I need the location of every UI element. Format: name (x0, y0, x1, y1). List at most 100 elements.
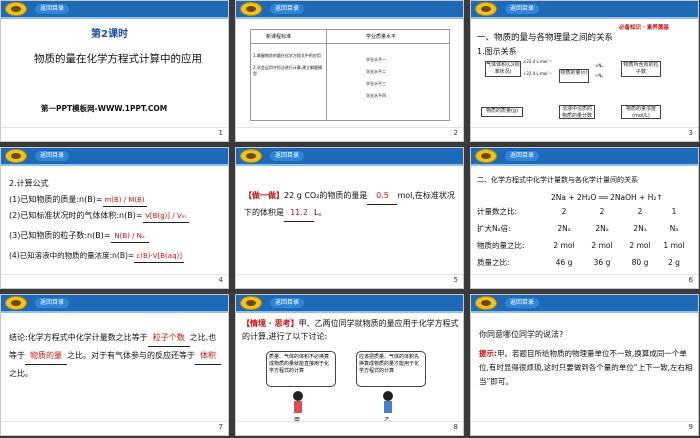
conclusion-text: 结论:化学方程式中化学计量数之比等于 粒子个数 之比,也等于 物质的量 之比。对于有气体… (9, 329, 223, 382)
slide-grid: 返回目录 第2课时 物质的量在化学方程式计算中的应用 第一PPT模板网-WWW.… (0, 0, 700, 438)
divider (250, 43, 450, 44)
conclusion-text-1: 结论:化学方程式中化学计量数之比等于 (9, 333, 148, 342)
site-label: 第一PPT模板网-WWW.1PPT.COM (41, 104, 168, 113)
page-number: 4 (218, 276, 223, 284)
row-value: 2Nₐ (557, 224, 571, 233)
conclusion-answer-3: 体积 (195, 347, 221, 365)
formula-2-answer: V[B(g)] / Vₘ (142, 210, 189, 223)
slide-thumb-9[interactable]: 返回目录 你同意哪位同学的说法? 提示:甲。若题目所给物质的物理量单位不一致,换… (470, 294, 699, 436)
conclusion-text-3: 之比。对于有气体参与的反应还等于 (67, 351, 195, 360)
row-label: 物质的量之比: (477, 241, 525, 250)
level-3: 学业水平三 (366, 81, 386, 86)
back-to-toc-button[interactable]: 返回目录 (505, 4, 540, 14)
tip-body: 甲。若题目所给物质的物理量单位不一致,换算成同一个单位,有时显得很烦琐,这时只要… (479, 349, 693, 386)
particles-box: 物质所含有的粒子数 (621, 61, 661, 77)
page-number: 7 (218, 423, 223, 431)
gas-volume-box: 气体体积(L)(标准状况) (485, 61, 521, 77)
solute-fraction-box: 溶液中溶质的物质的量分数 (559, 105, 595, 119)
row-value: 1 (671, 207, 677, 216)
slide-header: 返回目录 (236, 1, 463, 19)
section-heading: 一、物质的量与各物理量之间的关系 (477, 33, 614, 43)
slide-thumb-6[interactable]: 返回目录 二、化学方程式中化学计量数与各化学计量间的关系 2Na + 2H₂O … (470, 147, 699, 289)
page-number: 8 (453, 423, 458, 431)
row-value: 36 g (593, 258, 611, 267)
back-to-toc-button[interactable]: 返回目录 (35, 298, 70, 308)
vm-label-2: ÷22.4 L·mol⁻¹ (523, 71, 552, 76)
footer-line (1, 274, 228, 275)
slide-thumb-5[interactable]: 返回目录 【做一做】22 g CO₂的物质的量是 0.5 mol,在标准状况下的体积… (235, 147, 464, 289)
logo-icon (240, 2, 262, 16)
slide-header: 返回目录 (236, 295, 463, 313)
ratio-row-3: 物质的量之比: 2 mol 2 mol 2 mol 1 mol (477, 240, 697, 252)
back-to-toc-button[interactable]: 返回目录 (505, 298, 540, 308)
row-value: Nₐ (669, 224, 679, 233)
logo-icon (475, 149, 497, 163)
ratio-row-1: 计量数之比: 2 2 2 1 (477, 206, 697, 218)
student-jia (291, 391, 305, 417)
back-to-toc-button[interactable]: 返回目录 (505, 151, 540, 161)
speech-bubble-yi: 应该把质量、气体的体积先换算成物质的量才能用于化学方程式的计算 (356, 351, 426, 387)
mass-box: 物质的质量(g) (481, 107, 523, 117)
slide-thumb-1[interactable]: 返回目录 第2课时 物质的量在化学方程式计算中的应用 第一PPT模板网-WWW.… (0, 0, 229, 142)
logo-icon (5, 149, 27, 163)
row-value: 80 g (631, 258, 649, 267)
formula-2-text: (2)已知标准状况时的气体体积:n(B)= (9, 211, 143, 220)
logo-icon (475, 2, 497, 16)
footer-line (236, 274, 463, 275)
slide-thumb-4[interactable]: 返回目录 2.计算公式 (1)已知物质的质量:n(B)= m(B) / M(B) … (0, 147, 229, 289)
conclusion-answer-1: 粒子个数 (147, 329, 190, 347)
slide-thumb-8[interactable]: 返回目录 【情境 · 思考】甲、乙两位同学就物质的量应用于化学方程式的计算,进行… (235, 294, 464, 436)
back-to-toc-button[interactable]: 返回目录 (35, 4, 70, 14)
row-value: 2 (599, 207, 605, 216)
slide-thumb-2[interactable]: 返回目录 新课程标准 学业质量水平 1.掌握物质的量在化学方程式中的应用 2.学… (235, 0, 464, 142)
tip-label: 提示: (479, 349, 497, 358)
footer-line (1, 421, 228, 422)
formula-1: (1)已知物质的质量:n(B)= m(B) / M(B) (9, 194, 147, 207)
footer-line (471, 421, 698, 422)
vm-label-1: ×22.4 L·mol⁻¹ (523, 59, 552, 64)
formula-4-text: (4)已知溶液中的物质的量浓度:n(B)= (9, 251, 135, 260)
logo-icon (240, 149, 262, 163)
level-1: 学业水平一 (366, 57, 386, 62)
concentration-box: 物质的量浓度(mol/L) (621, 105, 661, 119)
row-value: 2 (561, 207, 567, 216)
slide-thumb-7[interactable]: 返回目录 结论:化学方程式中化学计量数之比等于 粒子个数 之比,也等于 物质的量 之比。… (0, 294, 229, 436)
conclusion-text-4: 之比。 (9, 369, 33, 378)
ratio-row-4: 质量之比: 46 g 36 g 80 g 2 g (477, 257, 697, 269)
page-number: 5 (453, 276, 458, 284)
formula-1-text: (1)已知物质的质量:n(B)= (9, 195, 103, 204)
slide-header: 返回目录 (236, 148, 463, 166)
row-label: 计量数之比: (477, 207, 518, 216)
lesson-label: 第2课时 (91, 29, 128, 40)
back-to-toc-button[interactable]: 返回目录 (35, 151, 70, 161)
formula-4-answer: c(B)·V[B(aq)] (134, 250, 185, 263)
level-2: 学业水平二 (366, 69, 386, 74)
footer-line (236, 127, 463, 128)
exercise-answer-1: 0.5 (367, 188, 398, 205)
sub-heading: 1.图示关系 (477, 47, 517, 56)
row-value: 2 g (668, 258, 680, 267)
table-header-2: 学业质量水平 (366, 34, 397, 40)
table-header-1: 新课程标准 (266, 34, 292, 40)
row-value: 2Nₐ (595, 224, 609, 233)
logo-icon (5, 296, 27, 310)
slide-title: 物质的量在化学方程式计算中的应用 (34, 53, 202, 65)
row-value: 2 mol (591, 241, 613, 250)
back-to-toc-button[interactable]: 返回目录 (270, 151, 305, 161)
back-to-toc-button[interactable]: 返回目录 (270, 4, 305, 14)
amount-of-substance-box: 物质的量(n) (559, 69, 589, 83)
slide-thumb-3[interactable]: 返回目录 必备知识 · 素养奠基 一、物质的量与各物理量之间的关系 1.图示关系… (470, 0, 699, 142)
row-value: 2 mol (629, 241, 651, 250)
row-value: 2 mol (553, 241, 575, 250)
ratio-row-2: 扩大Nₐ倍: 2Nₐ 2Nₐ 2Nₐ Nₐ (477, 223, 697, 235)
row-value: 2 (637, 207, 643, 216)
student-yi (381, 391, 395, 417)
slide-header: 返回目录 (471, 295, 698, 313)
scenario-tag: 【情境 · 思考】 (242, 319, 299, 328)
page-number: 2 (453, 129, 458, 137)
back-to-toc-button[interactable]: 返回目录 (270, 298, 305, 308)
na-label-1: ×Nₐ (595, 63, 603, 68)
logo-icon (240, 296, 262, 310)
row-label: 扩大Nₐ倍: (477, 224, 511, 233)
scenario-text: 【情境 · 思考】甲、乙两位同学就物质的量应用于化学方程式的计算,进行了以下讨论… (242, 317, 460, 343)
